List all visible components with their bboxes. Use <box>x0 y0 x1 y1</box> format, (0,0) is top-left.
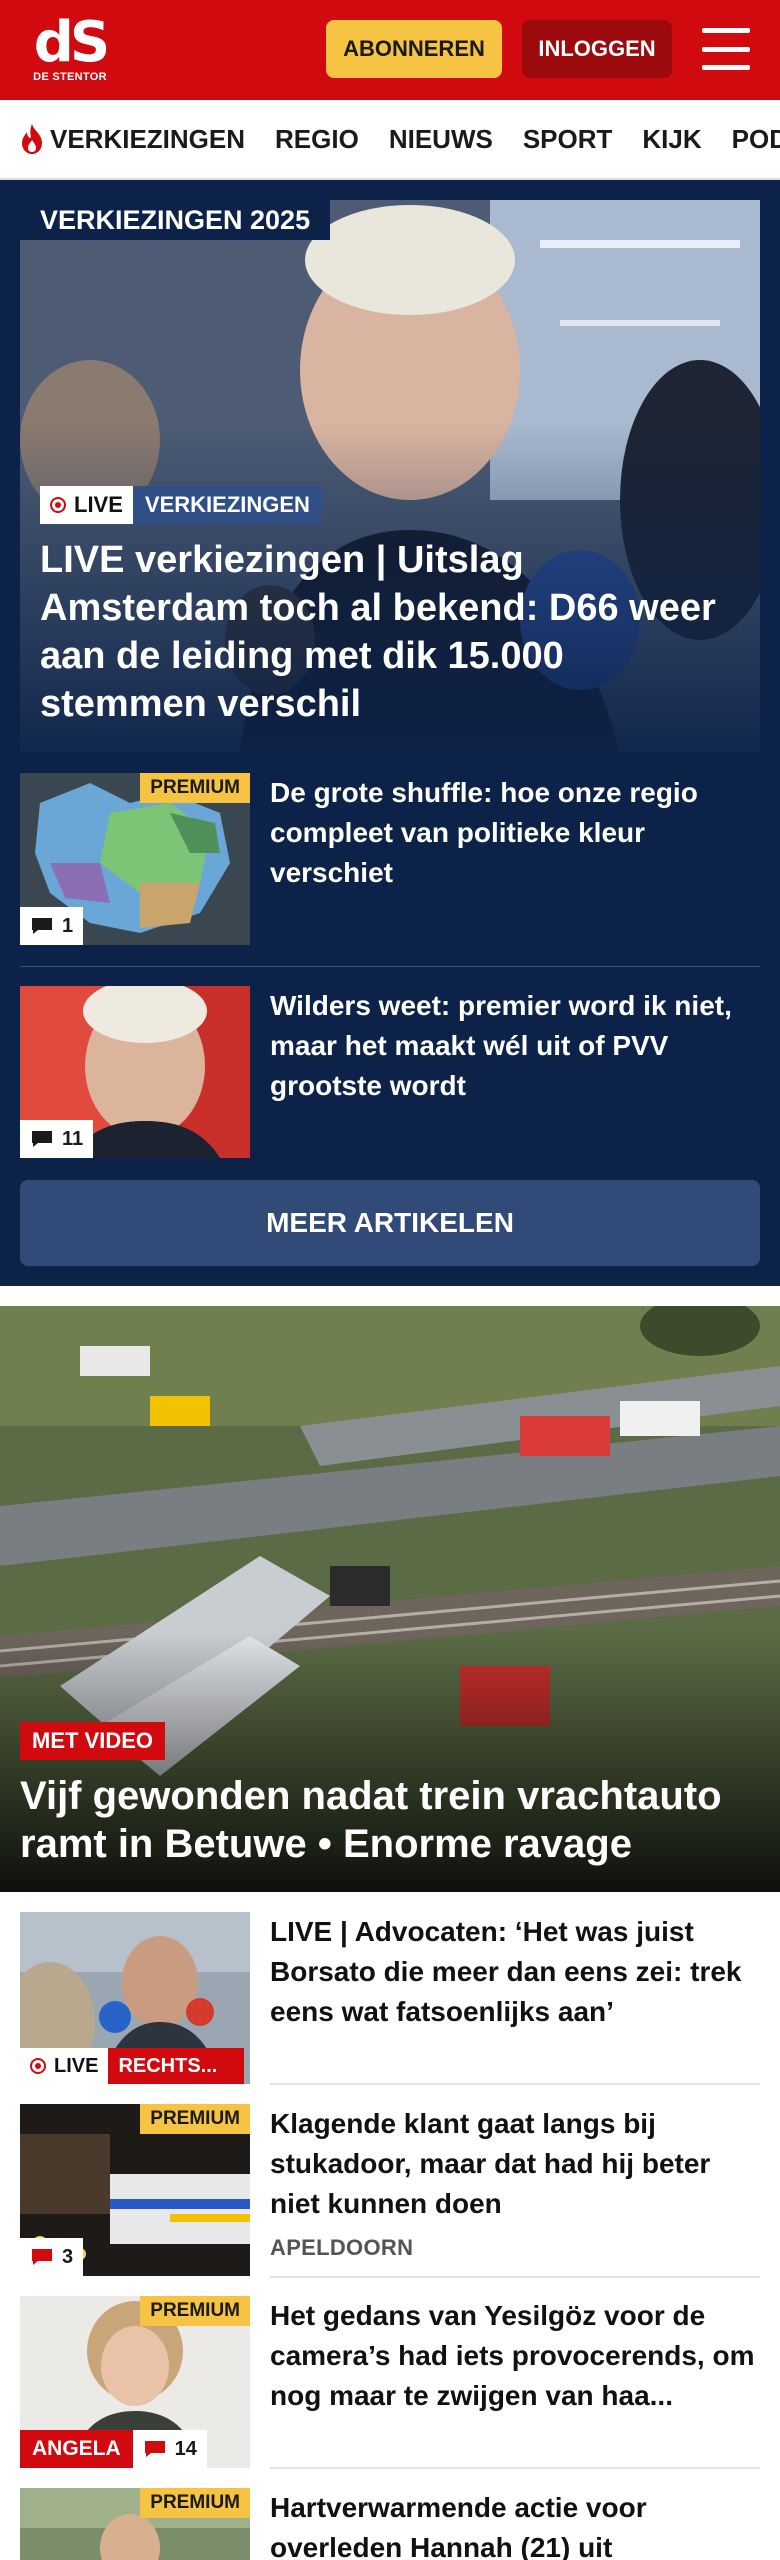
section-label: VERKIEZINGEN 2025 <box>20 200 331 240</box>
site-logo[interactable]: dS DE STENTOR <box>28 10 112 84</box>
comment-icon <box>144 2441 165 2457</box>
author-badges: ANGELA 14 <box>20 2430 207 2468</box>
article-thumbnail: PREMIUM 3 <box>20 2104 250 2276</box>
logo-subtitle: DE STENTOR <box>33 71 107 83</box>
article-title[interactable]: Wilders weet: premier word ik niet, maar… <box>270 986 760 1106</box>
article-region: APELDOORN <box>270 2235 414 2260</box>
divider <box>20 966 760 967</box>
top-header: dS DE STENTOR ABONNEREN INLOGGEN <box>0 0 780 100</box>
comment-icon <box>32 1131 52 1147</box>
more-articles-button[interactable]: MEER ARTIKELEN <box>20 1180 760 1266</box>
comment-number: 1 <box>62 914 74 937</box>
nav-item-verkiezingen[interactable]: VERKIEZINGEN <box>18 123 245 155</box>
author-name-badge: ANGELA <box>20 2430 133 2468</box>
live-dot-icon <box>50 497 66 513</box>
article-title[interactable]: Klagende klant gaat langs bij stukadoor,… <box>270 2104 760 2268</box>
main-hero[interactable]: MET VIDEO Vijf gewonden nadat trein vrac… <box>0 1306 780 1892</box>
divider <box>270 2467 760 2469</box>
live-label: LIVE <box>54 2054 99 2077</box>
comment-count: 1 <box>20 907 84 945</box>
comment-count: 11 <box>20 1120 94 1158</box>
live-badge: LIVE <box>20 2048 109 2084</box>
election-hero[interactable]: VERKIEZINGEN 2025 LIVE VERKIEZINGEN LIVE… <box>20 200 760 753</box>
hero-headline[interactable]: Vijf gewonden nadat trein vrachtauto ram… <box>20 1772 760 1868</box>
list-item[interactable]: LIVE RECHTS... LIVE | Advocaten: ‘Het wa… <box>20 1912 760 2084</box>
article-title[interactable]: Het gedans van Yesilgöz voor de camera’s… <box>270 2296 760 2416</box>
comment-number: 3 <box>62 2245 74 2268</box>
article-title[interactable]: LIVE | Advocaten: ‘Het was juist Borsato… <box>270 1912 760 2032</box>
live-dot-icon <box>30 2058 46 2074</box>
nav-item-kijk[interactable]: KIJK <box>642 124 701 155</box>
flame-icon <box>22 124 42 154</box>
article-thumbnail: PREMIUM 1 <box>20 773 250 945</box>
article-thumbnail: PREMIUM ANGELA 14 <box>20 2296 250 2468</box>
comment-count: 3 <box>20 2238 84 2276</box>
subscribe-button[interactable]: ABONNEREN <box>326 20 502 78</box>
article-thumbnail: 11 <box>20 986 250 1158</box>
nav-item-nieuws[interactable]: NIEUWS <box>389 124 493 155</box>
live-label: LIVE <box>74 492 123 517</box>
video-badge: MET VIDEO <box>20 1722 166 1760</box>
article-headline: Klagende klant gaat langs bij stukadoor,… <box>270 2108 711 2219</box>
divider <box>270 2083 760 2085</box>
category-badge: RECHTS... <box>108 2048 245 2084</box>
list-item[interactable]: PREMIUM ANGELA 14 Het gedans van Yesilgö… <box>20 2296 760 2468</box>
article-thumbnail: LIVE RECHTS... <box>20 1912 250 2084</box>
main-nav: VERKIEZINGEN REGIO NIEUWS SPORT KIJK POD… <box>0 100 780 180</box>
login-button[interactable]: INLOGGEN <box>522 20 672 78</box>
comment-icon <box>32 2249 52 2265</box>
divider <box>270 2276 760 2278</box>
list-item[interactable]: PREMIUM 3 Klagende klant gaat langs bij … <box>20 2104 760 2276</box>
comment-number: 11 <box>62 1127 84 1150</box>
nav-item-sport[interactable]: SPORT <box>523 124 613 155</box>
category-badge: VERKIEZINGEN <box>132 486 322 524</box>
live-badge: LIVE <box>40 486 133 524</box>
hero-headline[interactable]: LIVE verkiezingen | Uitslag Amsterdam to… <box>40 536 740 728</box>
article-title[interactable]: De grote shuffle: hoe onze regio complee… <box>270 773 760 893</box>
list-item[interactable]: PREMIUM Hartverwarmende actie voor overl… <box>20 2488 760 2560</box>
menu-icon[interactable] <box>700 26 752 72</box>
nav-item-podcasts[interactable]: PODC <box>732 124 780 155</box>
comment-icon <box>32 918 52 934</box>
hero-tags: LIVE VERKIEZINGEN <box>40 486 322 524</box>
article-thumbnail: PREMIUM <box>20 2488 250 2560</box>
election-article[interactable]: PREMIUM 1 De grote shuffle: hoe onze reg… <box>20 773 760 945</box>
premium-badge: PREMIUM <box>140 2104 250 2134</box>
article-title[interactable]: Hartverwarmende actie voor overleden Han… <box>270 2488 760 2560</box>
election-article[interactable]: 11 Wilders weet: premier word ik niet, m… <box>20 986 760 1158</box>
premium-badge: PREMIUM <box>140 773 250 803</box>
live-badges: LIVE RECHTS... <box>20 2048 245 2084</box>
premium-badge: PREMIUM <box>140 2296 250 2326</box>
premium-badge: PREMIUM <box>140 2488 250 2518</box>
comment-count: 14 <box>132 2430 207 2468</box>
comment-number: 14 <box>174 2437 197 2460</box>
nav-item-regio[interactable]: REGIO <box>275 124 359 155</box>
logo-mark: dS <box>33 10 110 75</box>
election-section: VERKIEZINGEN 2025 LIVE VERKIEZINGEN LIVE… <box>0 180 780 1286</box>
nav-label: VERKIEZINGEN <box>50 123 246 154</box>
